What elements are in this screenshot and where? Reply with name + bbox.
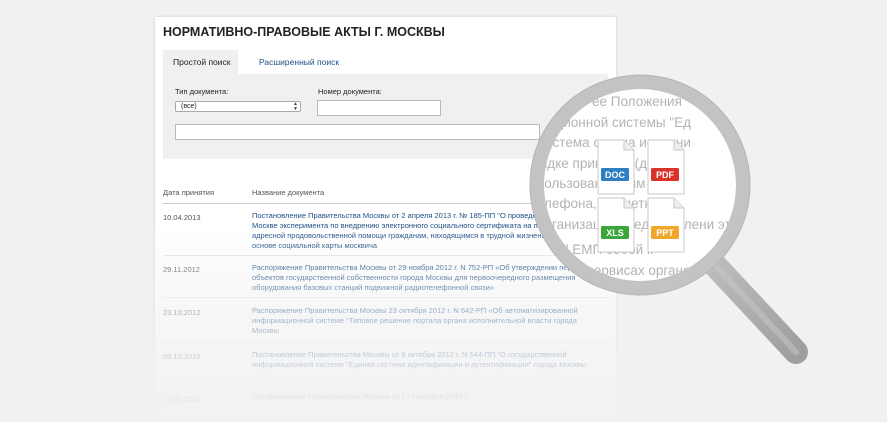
ppt-file-icon: PPT <box>647 197 685 253</box>
pdf-file-icon: PDF <box>647 139 685 195</box>
magnifier-handle-icon <box>700 250 808 364</box>
lens-text-line: устройств с испол <box>537 305 650 320</box>
file-type-label: PPT <box>656 228 674 238</box>
xls-file-icon: XLS <box>597 197 635 253</box>
doc-file-icon: DOC <box>597 139 635 195</box>
file-type-label: PDF <box>656 170 675 180</box>
file-type-label: DOC <box>605 170 626 180</box>
magnifier-illustration: ее Положения ационной системы "Ед истема… <box>529 74 808 364</box>
lens-text-line: ее Положения <box>592 94 682 109</box>
file-type-label: XLS <box>606 228 624 238</box>
